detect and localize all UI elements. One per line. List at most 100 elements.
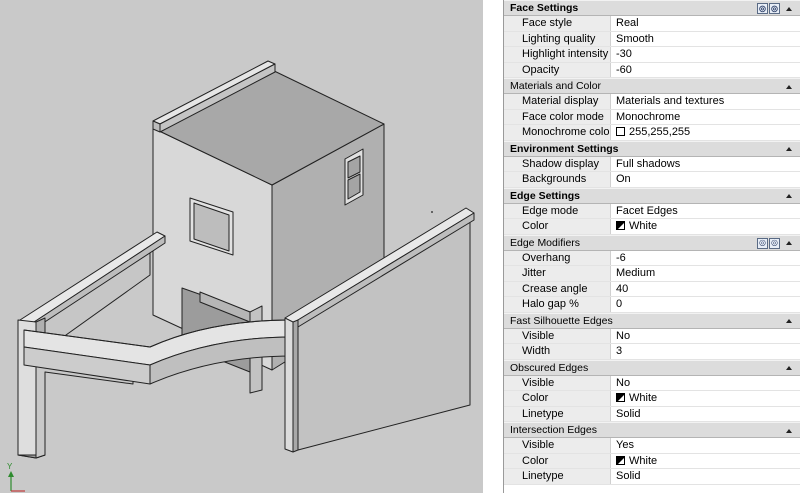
section-title: Obscured Edges [510, 361, 589, 374]
section-header[interactable]: Edge Modifiers ◎ ◎ [504, 234, 800, 251]
section-header[interactable]: Environment Settings [504, 140, 800, 157]
ucs-y-label: Y [7, 462, 13, 471]
property-label: Halo gap % [516, 297, 611, 312]
section-header[interactable]: Edge Settings [504, 187, 800, 204]
property-label: Monochrome color [516, 125, 611, 140]
property-row[interactable]: Material display Materials and textures [504, 94, 800, 110]
property-label: Visible [516, 328, 611, 343]
property-value[interactable]: Monochrome [611, 109, 800, 124]
property-row[interactable]: Backgrounds On [504, 172, 800, 188]
property-value[interactable]: White [611, 391, 800, 406]
property-value-text: Medium [616, 267, 656, 279]
property-row[interactable]: Linetype Solid [504, 469, 800, 485]
toggle-b-icon[interactable]: ◎ [769, 3, 780, 14]
section-header[interactable]: Obscured Edges [504, 359, 800, 376]
property-value[interactable]: Solid [611, 406, 800, 421]
property-value[interactable]: On [611, 172, 800, 187]
property-label: Highlight intensity [516, 47, 611, 62]
property-value[interactable]: -30 [611, 47, 800, 62]
toggle-b-icon[interactable]: ◎ [769, 237, 780, 249]
property-row[interactable]: Lighting quality Smooth [504, 31, 800, 47]
property-value[interactable]: No [611, 328, 800, 343]
property-value[interactable]: Medium [611, 266, 800, 281]
property-row[interactable]: Visible No [504, 375, 800, 391]
property-row[interactable]: Linetype Solid [504, 406, 800, 422]
property-label: Width [516, 344, 611, 359]
row-gutter [504, 453, 516, 468]
property-value[interactable]: Full shadows [611, 156, 800, 171]
property-value-text: Full shadows [616, 157, 681, 170]
toggle-a-icon[interactable]: ◎ [757, 3, 768, 14]
property-row[interactable]: Face style Real [504, 16, 800, 32]
collapse-arrow-icon[interactable] [784, 314, 794, 329]
property-row[interactable]: Crease angle 40 [504, 281, 800, 297]
row-gutter [504, 375, 516, 390]
collapse-arrow-icon[interactable] [784, 1, 794, 16]
property-value[interactable]: 0 [611, 297, 800, 312]
collapse-arrow-icon[interactable] [784, 189, 794, 204]
collapse-arrow-icon[interactable] [784, 142, 794, 157]
property-value[interactable]: White [611, 219, 800, 234]
property-value-text: 0 [616, 298, 623, 310]
property-row[interactable]: Halo gap % 0 [504, 297, 800, 313]
ucs-icon: Y [3, 462, 27, 492]
property-row[interactable]: Width 3 [504, 344, 800, 360]
property-row[interactable]: Highlight intensity -30 [504, 47, 800, 63]
section-header[interactable]: Fast Silhouette Edges [504, 312, 800, 329]
property-label: Color [516, 391, 611, 406]
row-gutter [504, 109, 516, 124]
collapse-arrow-icon[interactable] [784, 79, 794, 94]
property-row[interactable]: Color White [504, 453, 800, 469]
house-model-drawing [17, 60, 475, 459]
property-value[interactable]: White [611, 453, 800, 468]
property-row[interactable]: Monochrome color 255,255,255 [504, 125, 800, 141]
property-value-text: No [616, 329, 631, 342]
property-label: Backgrounds [516, 172, 611, 187]
property-label: Face color mode [516, 109, 611, 124]
section-title: Intersection Edges [510, 424, 597, 436]
property-value-text: Solid [616, 470, 641, 482]
property-value-text: Materials and textures [616, 95, 725, 107]
property-value[interactable]: Yes [611, 438, 800, 453]
property-value[interactable]: Smooth [611, 31, 800, 46]
section-header[interactable]: Face Settings ◎ ◎ [504, 0, 800, 16]
row-gutter [504, 328, 516, 343]
color-swatch-icon [616, 455, 625, 465]
property-row[interactable]: Visible Yes [504, 438, 800, 454]
property-label: Linetype [516, 406, 611, 421]
property-row[interactable]: Edge mode Facet Edges [504, 203, 800, 219]
property-value[interactable]: Materials and textures [611, 94, 800, 109]
row-gutter [504, 469, 516, 484]
row-gutter [504, 281, 516, 296]
section-header[interactable]: Materials and Color [504, 78, 800, 94]
property-value[interactable]: Real [611, 16, 800, 31]
property-label: Edge mode [516, 203, 611, 218]
collapse-arrow-icon[interactable] [784, 423, 794, 438]
property-row[interactable]: Overhang -6 [504, 250, 800, 266]
property-label: Opacity [516, 62, 611, 77]
property-value[interactable]: -6 [611, 250, 800, 265]
property-value[interactable]: 40 [611, 281, 800, 296]
property-value-text: -6 [616, 251, 626, 264]
property-value[interactable]: 3 [611, 344, 800, 359]
property-value[interactable]: Solid [611, 469, 800, 484]
property-row[interactable]: Shadow display Full shadows [504, 156, 800, 172]
property-value-text: White [629, 392, 658, 404]
collapse-arrow-icon[interactable] [784, 361, 794, 376]
property-value[interactable]: Facet Edges [611, 203, 800, 218]
toggle-a-icon[interactable]: ◎ [757, 237, 768, 249]
property-row[interactable]: Opacity -60 [504, 62, 800, 78]
section-header[interactable]: Intersection Edges [504, 422, 800, 438]
property-row[interactable]: Jitter Medium [504, 266, 800, 282]
property-row[interactable]: Color White [504, 219, 800, 235]
header-toggle-buttons: ◎ ◎ [757, 237, 780, 249]
collapse-arrow-icon[interactable] [784, 236, 794, 251]
property-row[interactable]: Face color mode Monochrome [504, 109, 800, 125]
panel-splitter[interactable] [483, 0, 503, 493]
property-row[interactable]: Visible No [504, 328, 800, 344]
property-value[interactable]: 255,255,255 [611, 125, 800, 140]
property-value[interactable]: -60 [611, 62, 800, 77]
model-viewport[interactable]: Y [0, 0, 483, 493]
property-row[interactable]: Color White [504, 391, 800, 407]
property-value[interactable]: No [611, 375, 800, 390]
